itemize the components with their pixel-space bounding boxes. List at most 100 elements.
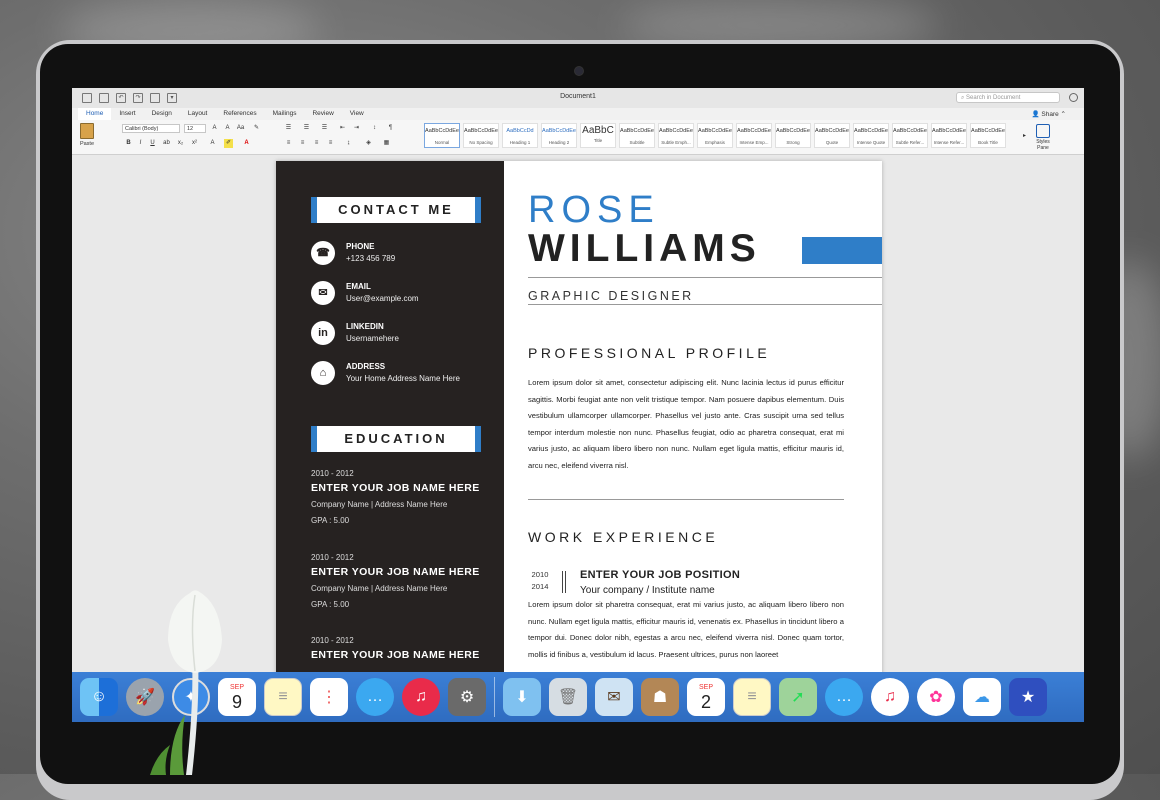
style-book-title[interactable]: AaBbCcDdEe Book Title <box>970 123 1006 148</box>
style-subtle-refer[interactable]: AaBbCcDdEe Subtle Refer... <box>892 123 928 148</box>
borders-icon[interactable]: ▦ <box>382 139 391 148</box>
font-size-select[interactable]: 12 <box>184 124 206 133</box>
style-sample: AaBbCcDdEe <box>776 128 810 134</box>
style-normal[interactable]: AaBbCcDdEe Normal <box>424 123 460 148</box>
notes-icon[interactable]: ≡ <box>733 678 771 716</box>
shrink-font-icon[interactable]: A <box>223 124 232 133</box>
icloud-icon[interactable]: ☁ <box>963 678 1001 716</box>
styles-more-icon[interactable]: ▸ <box>1020 132 1029 141</box>
style-heading-1[interactable]: AaBbCcDd Heading 1 <box>502 123 538 148</box>
dock: ☺ 🚀 ✦ SEP 9 ≡ ⋮ … ♫ ⚙ ⬇ 🗑 ✉ ☗ SEP 2 ≡ ➚ … <box>72 672 1084 722</box>
paste-label: Paste <box>79 141 95 147</box>
imovie-icon[interactable]: ★ <box>1009 678 1047 716</box>
linkedin-icon: in <box>311 321 335 345</box>
calendar-icon[interactable]: SEP 9 <box>218 678 256 716</box>
messages-icon[interactable]: … <box>356 678 394 716</box>
numbering-icon[interactable]: ☰ <box>302 124 311 133</box>
style-sample: AaBbCcDdEe <box>542 128 576 134</box>
style-subtle-emph[interactable]: AaBbCcDdEe Subtle Emph... <box>658 123 694 148</box>
education-years: 2010 - 2012 <box>311 469 354 478</box>
align-center-icon[interactable]: ≡ <box>298 139 307 148</box>
strikethrough-icon[interactable]: ab <box>162 139 171 148</box>
style-intense-refer[interactable]: AaBbCcDdEe Intense Refer... <box>931 123 967 148</box>
education-gpa: GPA : 5.00 <box>311 600 350 609</box>
mail-stamp-icon[interactable]: ✉ <box>595 678 633 716</box>
style-subtitle[interactable]: AaBbCcDdEe Subtitle <box>619 123 655 148</box>
superscript-icon[interactable]: x² <box>190 139 199 148</box>
style-name: Subtitle <box>629 140 645 145</box>
style-no-spacing[interactable]: AaBbCcDdEe No Spacing <box>463 123 499 148</box>
underline-icon[interactable]: U <box>148 139 157 148</box>
style-strong[interactable]: AaBbCcDdEe Strong <box>775 123 811 148</box>
style-title[interactable]: AaBbC Title <box>580 123 616 148</box>
align-right-icon[interactable]: ≡ <box>312 139 321 148</box>
work-position: ENTER YOUR JOB POSITION <box>580 569 741 581</box>
sort-icon[interactable]: ↕ <box>370 124 379 133</box>
clear-format-icon[interactable]: ✎ <box>252 124 261 133</box>
trash-icon[interactable]: 🗑 <box>549 678 587 716</box>
style-emphasis[interactable]: AaBbCcDdEe Emphasis <box>697 123 733 148</box>
decrease-indent-icon[interactable]: ⇤ <box>338 124 347 133</box>
email-icon: ✉ <box>311 281 335 305</box>
font-color-icon[interactable]: A <box>242 139 251 148</box>
style-sample: AaBbCcDdEe <box>932 128 966 134</box>
style-sample: AaBbC <box>582 125 614 136</box>
highlight-icon[interactable]: ✐ <box>224 139 233 148</box>
reminders-icon[interactable]: ⋮ <box>310 678 348 716</box>
shading-icon[interactable]: ◈ <box>364 139 373 148</box>
notes-icon[interactable]: ≡ <box>264 678 302 716</box>
calendar-month: SEP <box>698 684 713 691</box>
style-name: Quote <box>825 140 839 145</box>
feedback-icon[interactable] <box>1069 93 1078 102</box>
itunes-icon[interactable]: ♫ <box>402 678 440 716</box>
multilevel-list-icon[interactable]: ☰ <box>320 124 329 133</box>
increase-indent-icon[interactable]: ⇥ <box>352 124 361 133</box>
style-name: Book Title <box>978 140 998 145</box>
styles-pane-button[interactable]: Styles Pane <box>1034 124 1052 151</box>
align-left-icon[interactable]: ≡ <box>284 139 293 148</box>
grow-font-icon[interactable]: A <box>210 124 219 133</box>
pilcrow-icon[interactable]: ¶ <box>386 124 395 133</box>
paste-button[interactable]: Paste <box>78 123 96 149</box>
justify-icon[interactable]: ≡ <box>326 139 335 148</box>
change-case-icon[interactable]: Aa <box>236 124 245 133</box>
style-heading-2[interactable]: AaBbCcDdEe Heading 2 <box>541 123 577 148</box>
downloads-folder-icon[interactable]: ⬇ <box>503 678 541 716</box>
style-sample: AaBbCcDdEe <box>737 128 771 134</box>
photos-icon[interactable]: ✿ <box>917 678 955 716</box>
title-bar: ↶ ↷ ▾ Document1 ⌕ Search in Document <box>72 88 1084 109</box>
education-heading: EDUCATION <box>311 426 481 452</box>
safari-icon[interactable]: ✦ <box>172 678 210 716</box>
italic-icon[interactable]: I <box>136 139 145 148</box>
bullets-icon[interactable]: ☰ <box>284 124 293 133</box>
first-name: ROSE <box>528 189 660 231</box>
contacts-icon[interactable]: ☗ <box>641 678 679 716</box>
subscript-icon[interactable]: x₂ <box>176 139 185 148</box>
style-intense-quote[interactable]: AaBbCcDdEe Intense Quote <box>853 123 889 148</box>
share-button[interactable]: 👤 Share ⌃ <box>1031 110 1066 118</box>
contact-heading: CONTACT ME <box>311 197 481 223</box>
text-effects-icon[interactable]: A <box>208 139 217 148</box>
style-quote[interactable]: AaBbCcDdEe Quote <box>814 123 850 148</box>
webcam <box>574 66 584 76</box>
contact-address: ⌂ ADDRESS Your Home Address Name Here <box>311 361 501 391</box>
style-name: Title <box>593 138 603 143</box>
font-name-select[interactable]: Calibri (Body) <box>122 124 180 133</box>
maps-icon[interactable]: ➚ <box>779 678 817 716</box>
finder-icon[interactable]: ☺ <box>80 678 118 716</box>
resume-page[interactable]: CONTACT ME ☎ PHONE +123 456 789 ✉ EMAIL … <box>276 161 882 722</box>
system-preferences-icon[interactable]: ⚙ <box>448 678 486 716</box>
line-spacing-icon[interactable]: ↨ <box>344 139 353 148</box>
music-icon[interactable]: ♫ <box>871 678 909 716</box>
style-intense-emp[interactable]: AaBbCcDdEe Intense Emp... <box>736 123 772 148</box>
calendar-icon[interactable]: SEP 2 <box>687 678 725 716</box>
contact-linkedin: in LINKEDIN Usernamehere <box>311 321 501 351</box>
clipboard-icon <box>80 123 94 139</box>
bold-icon[interactable]: B <box>124 139 133 148</box>
style-name: Intense Emp... <box>739 140 769 145</box>
divider <box>528 304 882 305</box>
search-input[interactable]: ⌕ Search in Document <box>956 92 1060 103</box>
document-title: Document1 <box>560 93 596 100</box>
messages-icon[interactable]: … <box>825 678 863 716</box>
launchpad-icon[interactable]: 🚀 <box>126 678 164 716</box>
